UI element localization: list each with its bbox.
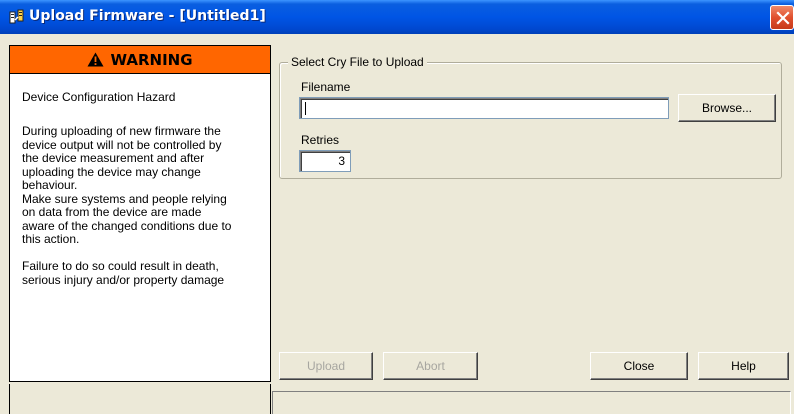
text-caret [305,102,306,115]
upload-button[interactable]: Upload [279,352,373,380]
abort-button[interactable]: Abort [383,352,478,380]
warning-text: During uploading of new firmware the dev… [22,124,232,287]
status-bar [272,391,791,414]
retries-label: Retries [301,133,340,147]
group-legend: Select Cry File to Upload [288,55,427,69]
title-bar[interactable]: Upload Firmware - [Untitled1] [0,0,794,34]
retries-input[interactable]: 3 [299,150,351,172]
filename-input[interactable] [299,97,669,119]
warning-label: WARNING [110,50,193,69]
warning-panel: WARNING Device Configuration Hazard Duri… [9,45,271,382]
warning-triangle-icon [87,52,104,67]
close-icon [776,11,790,25]
browse-button[interactable]: Browse... [678,94,776,122]
window-title: Upload Firmware - [Untitled1] [29,8,266,24]
help-button[interactable]: Help [698,352,789,380]
status-left-area [9,384,271,414]
close-button[interactable]: Close [590,352,688,380]
filename-label: Filename [301,80,351,94]
close-window-button[interactable] [770,5,794,30]
warning-banner: WARNING [10,46,270,74]
firmware-app-icon [9,9,25,25]
hazard-title: Device Configuration Hazard [22,90,176,104]
